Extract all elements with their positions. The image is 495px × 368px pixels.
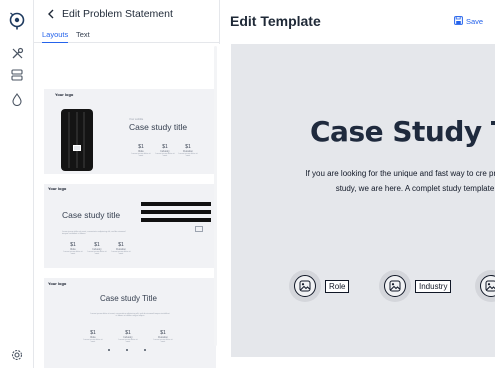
role-item[interactable]: Role	[289, 270, 350, 302]
role-image-icon	[289, 270, 321, 302]
layers-icon[interactable]	[9, 67, 25, 83]
duration-item[interactable]	[475, 270, 495, 302]
panel-tabs: Layouts Text	[34, 29, 220, 43]
thumb-image-placeholder-icon	[195, 226, 203, 232]
layout-thumbnail-3[interactable]: Your logo Case study Title Lorem ipsum d…	[44, 278, 216, 368]
tools-icon[interactable]	[9, 45, 25, 61]
panel-scrollbar[interactable]	[214, 46, 217, 346]
thumb-title: Case study title	[129, 122, 188, 132]
app: Edit Problem Statement Layouts Text Your…	[0, 0, 495, 368]
layout-panel: Edit Problem Statement Layouts Text Your…	[34, 0, 220, 368]
thumb-subtitle: Your subtitle	[129, 118, 144, 121]
settings-icon[interactable]	[9, 347, 25, 363]
thumb-stat: $1 Duration Lorem ipsum dolor sit amet	[153, 330, 173, 343]
thumb-body: Lorem ipsum dolor sit amet, consectetur …	[90, 313, 170, 317]
industry-image-icon	[379, 270, 411, 302]
thumb-title: Case study Title	[100, 294, 157, 303]
thumb-logo: Your logo	[55, 92, 74, 97]
preview-description[interactable]: If you are looking for the unique and fa…	[299, 166, 495, 196]
save-button[interactable]: Save	[454, 12, 483, 30]
thumb-stat: $1 Role Lorem ipsum dolor sit amet	[83, 330, 103, 343]
panel-title: Edit Problem Statement	[62, 8, 173, 20]
icon-rail	[0, 0, 34, 368]
save-icon	[454, 15, 463, 27]
editor-topbar: Edit Template Save	[220, 0, 495, 44]
duration-image-icon	[475, 270, 495, 302]
thumb-stat: $1 Duration Lorem ipsum dolor sit amet	[111, 242, 131, 255]
thumb-stat: $1 Industry Lorem ipsum dolor sit amet	[118, 330, 138, 343]
thumb-pagination	[108, 349, 148, 351]
thumb-stat: $1 Industry Lorem ipsum dolor sit amet	[155, 144, 175, 157]
layout-thumbnail-1[interactable]: Your logo Your subtitle Case study title…	[44, 89, 216, 174]
preview-title[interactable]: Case Study Tit	[310, 115, 495, 148]
thumb-phone-image	[61, 109, 93, 171]
thumb-logo: Your logo	[48, 281, 67, 286]
thumb-title: Case study title	[62, 210, 121, 220]
industry-item[interactable]: Industry	[379, 270, 452, 302]
tab-layouts[interactable]: Layouts	[42, 30, 69, 43]
panel-header: Edit Problem Statement	[34, 0, 220, 30]
layout-thumbnail-2[interactable]: Your logo Case study title Lorem ipsum d…	[44, 184, 216, 268]
drop-icon[interactable]	[9, 91, 25, 107]
save-label: Save	[466, 16, 484, 26]
back-arrow-icon[interactable]	[44, 7, 58, 21]
template-canvas[interactable]: Case Study Tit If you are looking for th…	[231, 44, 495, 357]
thumb-body: Lorem ipsum dolor sit amet, consectetur …	[62, 231, 126, 235]
logo-icon[interactable]	[8, 12, 26, 30]
thumb-stat: $1 Duration Lorem ipsum dolor sit amet	[178, 144, 198, 157]
industry-tag: Industry	[415, 279, 452, 293]
thumb-stat: $1 Industry Lorem ipsum dolor sit amet	[87, 242, 107, 255]
thumb-stat: $1 Role Lorem ipsum dolor sit amet	[131, 144, 151, 157]
thumb-stripes-image	[141, 202, 211, 222]
role-tag: Role	[325, 279, 350, 293]
tab-text[interactable]: Text	[76, 30, 90, 43]
editor-title: Edit Template	[230, 13, 321, 29]
layout-list: Your logo Your subtitle Case study title…	[34, 44, 220, 368]
thumb-logo: Your logo	[48, 186, 67, 191]
thumb-stat: $1 Role Lorem ipsum dolor sit amet	[63, 242, 83, 255]
